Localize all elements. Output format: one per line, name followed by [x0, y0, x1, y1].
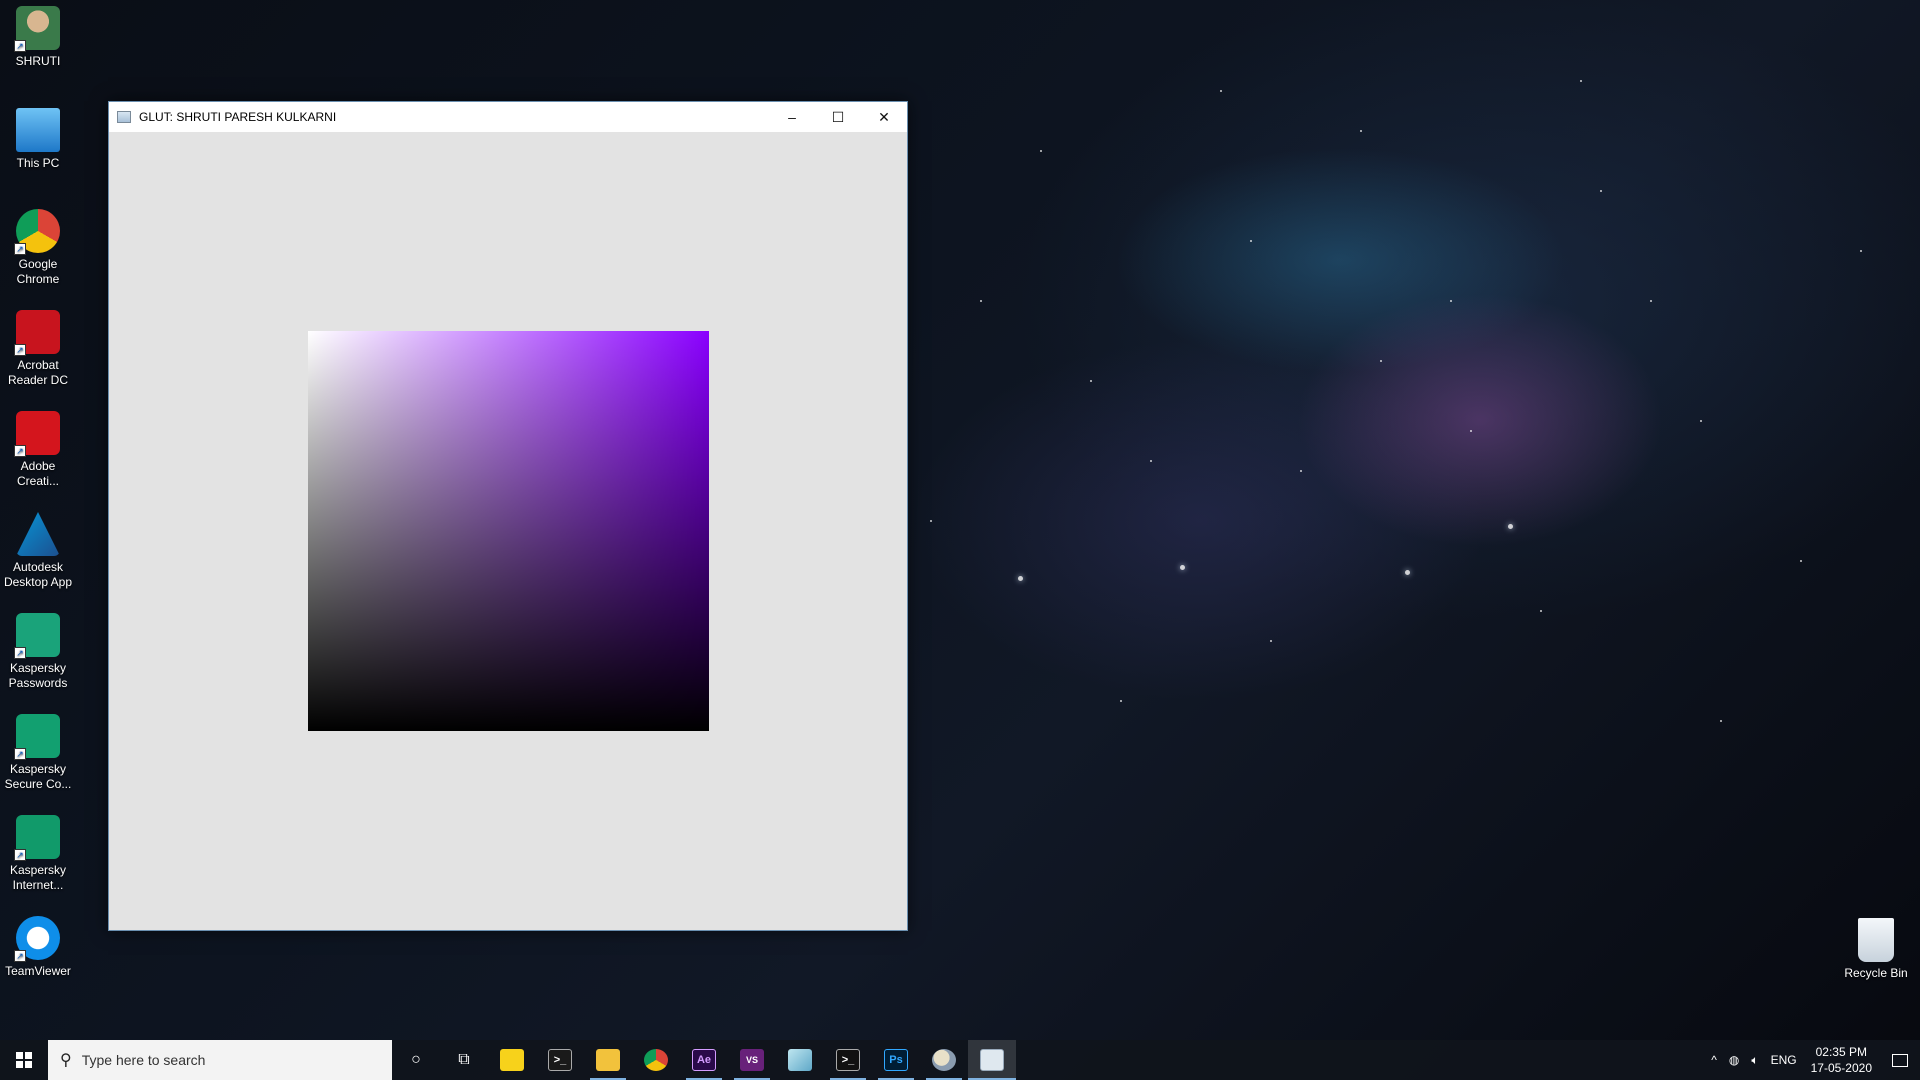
window-titlebar[interactable]: GLUT: SHRUTI PARESH KULKARNI – ☐ ✕: [109, 102, 907, 132]
kaspersky-passwords-icon: ↗: [14, 613, 60, 659]
desktop-icon-label: Acrobat Reader DC: [7, 358, 69, 387]
cortana-icon: ○: [411, 1051, 421, 1068]
teamviewer-icon: ↗: [14, 916, 60, 962]
desktop-icon-this-pc[interactable]: This PC: [2, 102, 74, 171]
computer-icon: [16, 108, 60, 152]
user-icon: ↗: [14, 6, 60, 52]
after-effects-icon: Ae: [692, 1049, 716, 1071]
taskbar-chrome[interactable]: [632, 1040, 680, 1080]
volume-icon[interactable]: 🔈︎: [1745, 1053, 1764, 1068]
sticky-notes-icon: [500, 1049, 524, 1071]
window-controls: – ☐ ✕: [769, 102, 907, 132]
taskbar-search[interactable]: ⚲ Type here to search: [48, 1040, 392, 1080]
desktop-icon-label: Kaspersky Internet...: [9, 863, 67, 892]
desktop-icon-label: SHRUTI: [15, 54, 61, 68]
desktop-icon-label: Kaspersky Passwords: [8, 661, 68, 690]
notification-icon: [1892, 1053, 1908, 1067]
desktop-icon-autodesk[interactable]: Autodesk Desktop App: [2, 506, 74, 590]
search-icon: ⚲: [60, 1052, 72, 1069]
desktop-icon-teamviewer[interactable]: ↗ TeamViewer: [2, 910, 74, 979]
chrome-icon: ↗: [14, 209, 60, 255]
window-title: GLUT: SHRUTI PARESH KULKARNI: [139, 110, 337, 124]
desktop-icon-label: Google Chrome: [16, 257, 60, 286]
acrobat-icon: ↗: [14, 310, 60, 356]
taskbar-console[interactable]: >_: [824, 1040, 872, 1080]
desktop-icon-kaspersky-passwords[interactable]: ↗ Kaspersky Passwords: [2, 607, 74, 691]
language-indicator[interactable]: ENG: [1765, 1053, 1803, 1067]
taskbar-glut-window[interactable]: [968, 1040, 1016, 1080]
kaspersky-internet-icon: ↗: [14, 815, 60, 861]
paint-icon: [932, 1049, 956, 1071]
desktop-icon-kaspersky-internet[interactable]: ↗ Kaspersky Internet...: [2, 809, 74, 893]
minimize-button[interactable]: –: [769, 102, 815, 132]
tray-chevron-icon[interactable]: ^: [1705, 1053, 1723, 1067]
desktop-icon-user[interactable]: ↗ SHRUTI: [2, 0, 74, 69]
clock-date: 17-05-2020: [1810, 1061, 1872, 1075]
glut-window-icon: [980, 1049, 1004, 1071]
visual-studio-icon: VS: [740, 1049, 764, 1071]
console-icon: >_: [836, 1049, 860, 1071]
windows-icon: [16, 1052, 32, 1068]
search-placeholder: Type here to search: [81, 1052, 206, 1068]
taskbar-after-effects[interactable]: Ae: [680, 1040, 728, 1080]
app-icon: [788, 1049, 812, 1071]
creative-cloud-icon: ↗: [14, 411, 60, 457]
close-button[interactable]: ✕: [861, 102, 907, 132]
autodesk-icon: [16, 512, 60, 556]
task-view-button[interactable]: ⧉: [440, 1040, 488, 1080]
kaspersky-secure-icon: ↗: [14, 714, 60, 760]
desktop-icon-kaspersky-secure[interactable]: ↗ Kaspersky Secure Co...: [2, 708, 74, 792]
desktop-icon-label: Autodesk Desktop App: [3, 560, 73, 589]
desktop-icon-recycle-bin[interactable]: Recycle Bin: [1840, 912, 1912, 981]
taskbar-paint[interactable]: [920, 1040, 968, 1080]
taskbar-terminal[interactable]: >_: [536, 1040, 584, 1080]
desktop-icon-adobe-cc[interactable]: ↗ Adobe Creati...: [2, 405, 74, 489]
recycle-bin-icon: [1858, 918, 1894, 962]
start-button[interactable]: [0, 1040, 48, 1080]
maximize-button[interactable]: ☐: [815, 102, 861, 132]
file-explorer-icon: [596, 1049, 620, 1071]
taskbar-file-explorer[interactable]: [584, 1040, 632, 1080]
desktop-icon-acrobat[interactable]: ↗ Acrobat Reader DC: [2, 304, 74, 388]
desktop-icon-label: Adobe Creati...: [16, 459, 59, 488]
desktop-icon-label: Recycle Bin: [1844, 966, 1908, 980]
desktop-icon-label: This PC: [16, 156, 60, 170]
taskbar-app[interactable]: [776, 1040, 824, 1080]
cortana-button[interactable]: ○: [392, 1040, 440, 1080]
taskbar-sticky-notes[interactable]: [488, 1040, 536, 1080]
taskbar-photoshop[interactable]: Ps: [872, 1040, 920, 1080]
system-tray: ^ ◍ 🔈︎ ENG 02:35 PM 17-05-2020: [1705, 1040, 1920, 1080]
chrome-icon: [644, 1049, 668, 1071]
desktop-icon-label: Kaspersky Secure Co...: [4, 762, 72, 791]
desktop-icon-chrome[interactable]: ↗ Google Chrome: [2, 203, 74, 287]
terminal-icon: >_: [548, 1049, 572, 1071]
glut-window[interactable]: GLUT: SHRUTI PARESH KULKARNI – ☐ ✕: [108, 101, 908, 931]
desktop-icon-label: TeamViewer: [5, 964, 71, 978]
task-view-icon: ⧉: [458, 1051, 470, 1068]
taskbar: ⚲ Type here to search ○ ⧉ >_ Ae VS >_ Ps…: [0, 1040, 1920, 1080]
clock[interactable]: 02:35 PM 17-05-2020: [1803, 1044, 1880, 1076]
taskbar-visual-studio[interactable]: VS: [728, 1040, 776, 1080]
photoshop-icon: Ps: [884, 1049, 908, 1071]
gradient-square: [308, 331, 709, 731]
window-app-icon: [117, 111, 131, 123]
notifications-button[interactable]: [1880, 1040, 1920, 1080]
network-icon[interactable]: ◍: [1723, 1053, 1745, 1067]
clock-time: 02:35 PM: [1815, 1045, 1867, 1059]
